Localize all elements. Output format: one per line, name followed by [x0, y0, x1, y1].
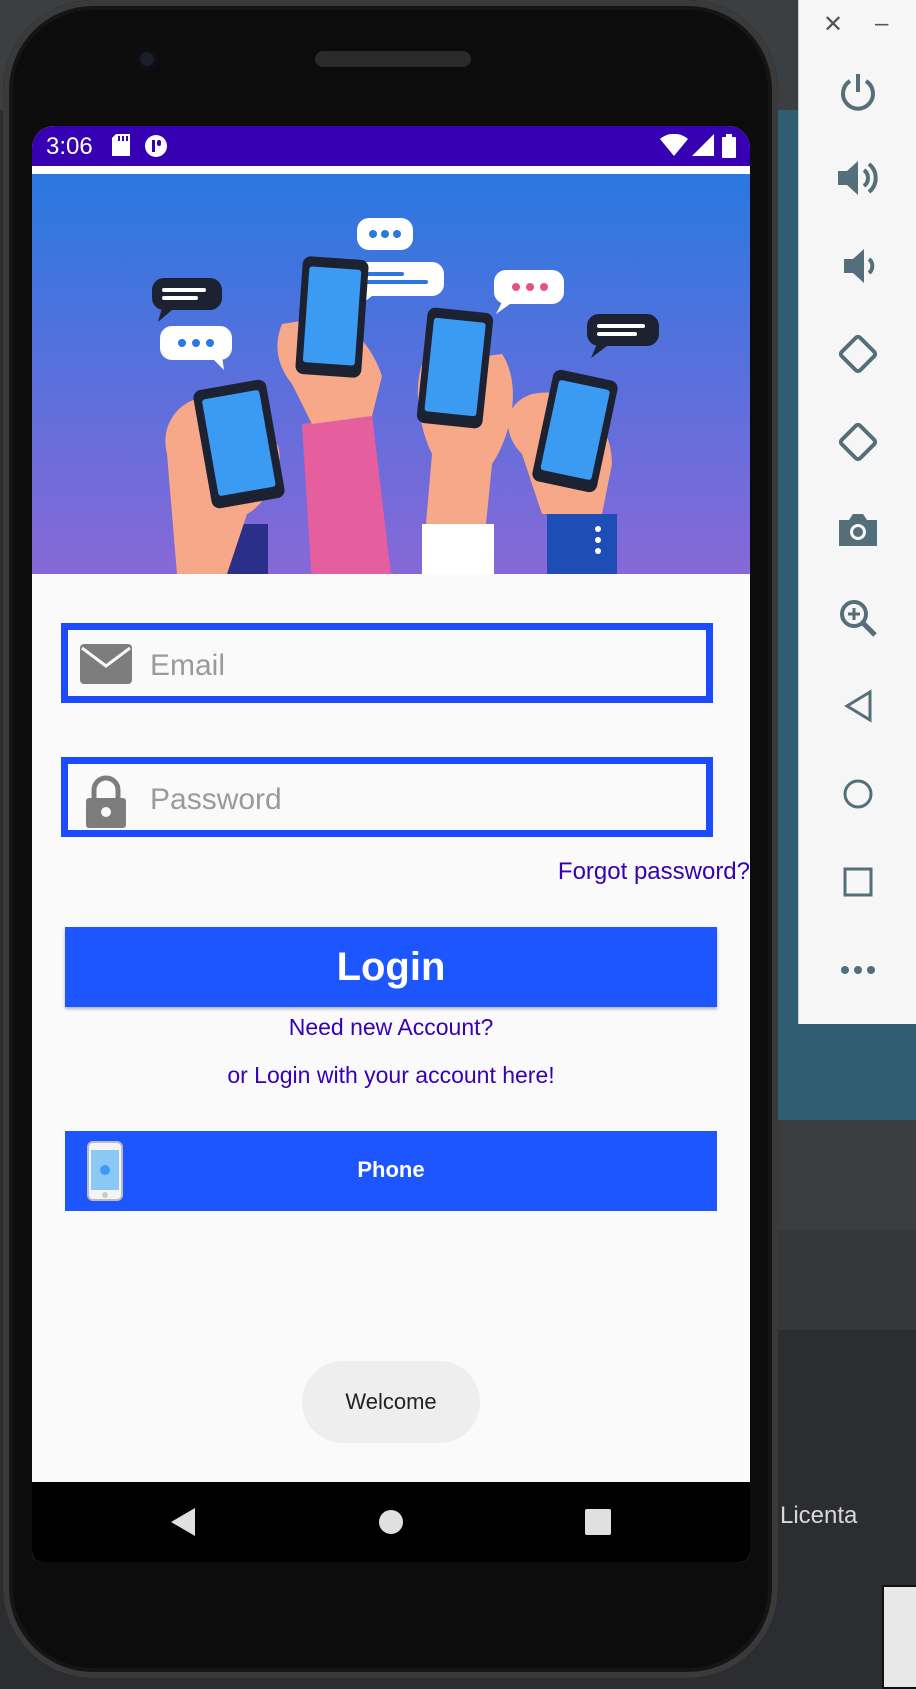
status-time: 3:06 — [46, 133, 93, 160]
ide-panel-bottom — [760, 1120, 916, 1230]
wifi-icon — [660, 134, 688, 156]
login-with-account-text[interactable]: or Login with your account here! — [32, 1062, 750, 1089]
nav-overview-icon[interactable] — [585, 1509, 611, 1535]
status-divider — [32, 166, 750, 174]
power-button[interactable] — [832, 66, 884, 118]
ide-panel-bottom-2 — [760, 1230, 916, 1330]
email-input[interactable] — [148, 638, 692, 694]
welcome-toast: Welcome — [302, 1361, 480, 1443]
lock-icon — [86, 775, 126, 828]
zoom-button[interactable] — [832, 592, 884, 644]
login-button[interactable]: Login — [65, 927, 717, 1007]
rotate-right-button[interactable] — [832, 416, 884, 468]
forgot-password-link[interactable]: Forgot password? — [558, 858, 750, 886]
overview-icon — [843, 867, 873, 897]
nav-home-icon[interactable] — [378, 1509, 404, 1535]
rotate-left-button[interactable] — [832, 328, 884, 380]
back-button[interactable] — [832, 680, 884, 732]
password-input[interactable] — [148, 772, 692, 828]
password-field[interactable] — [61, 757, 713, 837]
overview-button[interactable] — [832, 856, 884, 908]
earpiece-speaker — [315, 51, 471, 67]
phone-frame: 3:06 Email Forgot password? Login Need n… — [3, 0, 778, 1678]
background-window-label: Licenta — [780, 1502, 858, 1529]
home-button[interactable] — [832, 768, 884, 820]
navigation-bar — [32, 1482, 750, 1562]
close-icon[interactable]: ✕ — [823, 10, 843, 39]
background-thumbnail — [882, 1585, 916, 1689]
home-icon — [843, 779, 873, 809]
nav-back-icon[interactable] — [169, 1507, 197, 1537]
need-account-link[interactable]: Need new Account? — [32, 1014, 750, 1041]
envelope-icon — [80, 644, 132, 684]
app-screen: 3:06 Email Forgot password? Login Need n… — [32, 126, 750, 1562]
phone-login-button[interactable]: Phone — [65, 1131, 717, 1211]
sd-card-icon — [112, 134, 130, 156]
minimize-icon[interactable]: – — [875, 10, 888, 38]
email-field[interactable] — [61, 623, 713, 703]
camera-icon — [839, 514, 877, 546]
battery-icon — [722, 134, 736, 158]
volume-down-icon — [844, 249, 875, 283]
hands-holding-phones-image — [152, 218, 659, 574]
notification-app-icon — [145, 135, 167, 157]
more-button[interactable] — [832, 944, 884, 996]
back-icon — [844, 689, 872, 723]
volume-up-button[interactable] — [832, 152, 884, 204]
hero-illustration — [32, 174, 750, 574]
phone-button-label: Phone — [357, 1157, 425, 1182]
more-icon — [841, 966, 875, 974]
rotate-left-icon — [838, 334, 878, 374]
volume-up-icon — [838, 161, 878, 195]
screenshot-button[interactable] — [832, 504, 884, 556]
zoom-icon — [840, 600, 877, 637]
status-bar: 3:06 — [32, 126, 750, 166]
power-icon — [841, 74, 875, 111]
volume-down-button[interactable] — [832, 240, 884, 292]
signal-icon — [692, 134, 714, 156]
emulator-control-panel: ✕ – — [798, 0, 916, 1024]
rotate-right-icon — [838, 422, 878, 462]
front-camera — [136, 48, 158, 70]
